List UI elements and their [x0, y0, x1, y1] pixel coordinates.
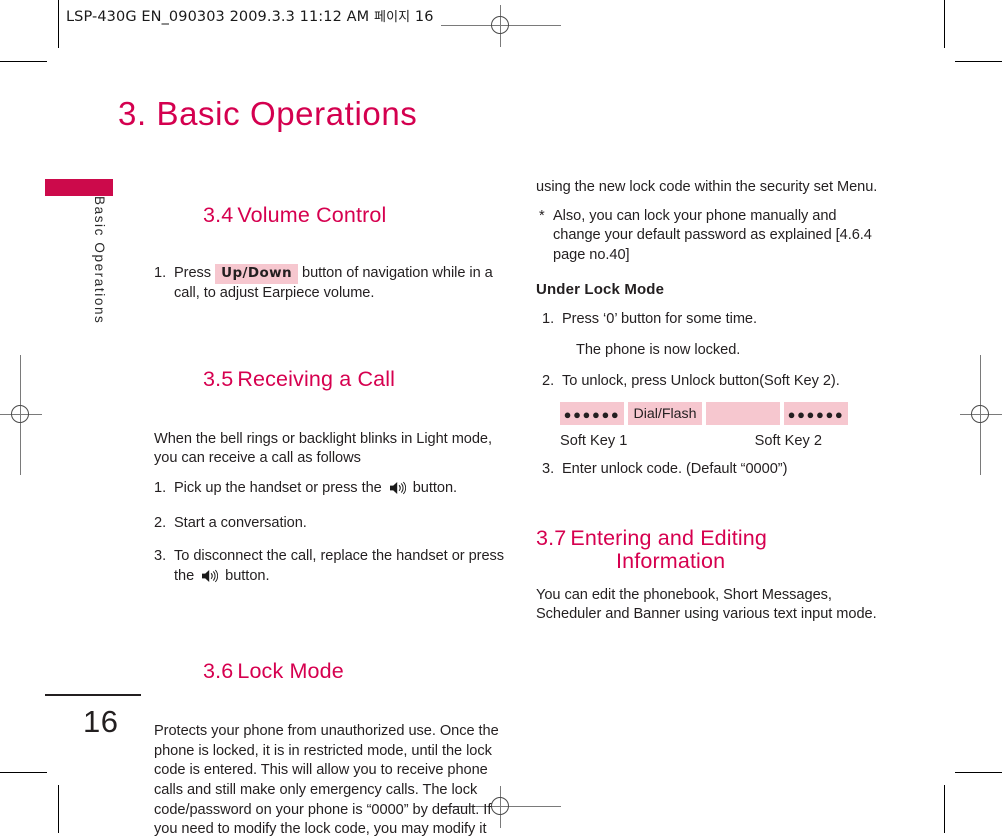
section-3-4: 3.4 Volume Control 1. Press Up/Down button… — [154, 178, 506, 304]
list-marker: 2. — [154, 515, 167, 532]
footer-divider — [45, 694, 141, 696]
note-text: Also, you can lock your phone manually a… — [553, 207, 872, 263]
soft-key-2-cell[interactable]: ●●●●●● — [784, 402, 848, 426]
soft-key-labels: Soft Key 1 Soft Key 2 — [560, 433, 822, 449]
side-tab-label: Basic Operations — [92, 196, 107, 325]
section-3-7-body: You can edit the phonebook, Short Messag… — [536, 586, 877, 623]
manual-page: 3. Basic Operations Basic Operations 16 … — [0, 0, 1002, 837]
under-lock-mode-final-step: 3. Enter unlock code. (Default “0000”) — [536, 460, 888, 480]
step-text-pre: Pick up the handset or press the — [174, 479, 382, 496]
step-text: The phone is now locked. — [576, 341, 741, 358]
up-down-key-badge: Up/Down — [215, 264, 298, 284]
section-3-7-number: 3.7 — [536, 525, 567, 550]
speaker-icon — [201, 569, 219, 590]
section-3-5: 3.5 Receiving a Call When the bell rings … — [154, 342, 506, 590]
section-3-5-title: Receiving a Call — [237, 366, 396, 391]
soft-key-strip: ●●●●●● Dial/Flash ●●●●●● — [560, 402, 888, 426]
step-text: Press ‘0’ button for some time. — [562, 311, 758, 328]
list-item: 2. Start a conversation. — [154, 514, 506, 534]
section-3-6-body: Protects your phone from unauthorized us… — [154, 723, 499, 838]
list-marker: 2. — [542, 372, 555, 389]
list-marker: 1. — [542, 311, 555, 328]
step-text: Enter unlock code. (Default “0000”) — [562, 461, 788, 478]
section-3-4-title: Volume Control — [237, 203, 387, 227]
page-title: 3. Basic Operations — [118, 95, 418, 132]
step-text-post: button. — [412, 479, 458, 496]
section-3-5-steps: 1. Pick up the handset or press the butto… — [154, 479, 506, 589]
section-3-6: 3.6 Lock Mode Protects your phone from un… — [154, 634, 506, 840]
section-3-7-title-line1: Entering and Editing — [570, 525, 767, 550]
lock-mode-note: * Also, you can lock your phone manually … — [536, 207, 888, 266]
section-3-6-heading: 3.6 Lock Mode — [154, 634, 506, 709]
list-item: 3. To disconnect the call, replace the ha… — [154, 547, 506, 589]
step-text-pre: To disconnect the call, replace the hand… — [174, 547, 505, 584]
list-item: 1. Press Up/Down button of navigation whi… — [154, 264, 506, 304]
list-item: 2. To unlock, press Unlock button(Soft Ke… — [536, 372, 888, 392]
left-column: 3.4 Volume Control 1. Press Up/Down button… — [154, 178, 506, 840]
section-3-4-steps: 1. Press Up/Down button of navigation whi… — [154, 264, 506, 304]
page-number: 16 — [83, 704, 119, 739]
soft-key-2-label: Soft Key 2 — [754, 433, 822, 450]
step-text: To unlock, press Unlock button(Soft Key … — [562, 372, 840, 389]
list-item: 3. Enter unlock code. (Default “0000”) — [536, 460, 888, 480]
list-marker: 1. — [154, 265, 167, 281]
section-3-7: 3.7 Entering and Editing Information You c… — [536, 525, 888, 625]
section-3-7-title-line2: Information — [616, 548, 726, 573]
section-3-6-title: Lock Mode — [237, 659, 344, 684]
speaker-icon — [389, 481, 406, 502]
section-3-7-heading: 3.7 Entering and Editing Information — [536, 525, 888, 573]
section-3-5-heading: 3.5 Receiving a Call — [154, 342, 506, 417]
step-text-pre: Press — [174, 265, 212, 281]
side-tab-bar — [45, 179, 113, 196]
soft-key-1-cell[interactable]: ●●●●●● — [560, 402, 624, 426]
list-item: 1. Pick up the handset or press the butto… — [154, 479, 506, 502]
section-3-6-number: 3.6 — [203, 659, 234, 684]
under-lock-mode-steps: 1. Press ‘0’ button for some time. The ph… — [536, 310, 888, 391]
lock-mode-continuation: using the new lock code within the secur… — [536, 179, 878, 195]
dial-flash-key-cell[interactable]: Dial/Flash — [628, 402, 702, 426]
note-asterisk: * — [539, 207, 545, 224]
section-3-5-number: 3.5 — [203, 366, 234, 391]
section-3-5-intro: When the bell rings or backlight blinks … — [154, 430, 493, 467]
step-text-post: button. — [225, 567, 270, 584]
under-lock-mode-heading: Under Lock Mode — [536, 281, 665, 299]
right-column: using the new lock code within the secur… — [536, 178, 888, 625]
list-item: The phone is now locked. — [536, 341, 888, 361]
list-marker: 3. — [542, 461, 555, 478]
blank-key-cell[interactable] — [706, 402, 780, 426]
list-marker: 1. — [154, 479, 167, 496]
soft-key-diagram: ●●●●●● Dial/Flash ●●●●●● Soft Key 1 Soft… — [560, 402, 888, 458]
list-marker: 3. — [154, 547, 167, 564]
list-item: 1. Press ‘0’ button for some time. — [536, 310, 888, 330]
step-text-pre: Start a conversation. — [174, 515, 307, 532]
section-3-4-number: 3.4 — [203, 203, 234, 227]
section-3-4-heading: 3.4 Volume Control — [154, 178, 506, 253]
soft-key-1-label: Soft Key 1 — [560, 433, 628, 450]
